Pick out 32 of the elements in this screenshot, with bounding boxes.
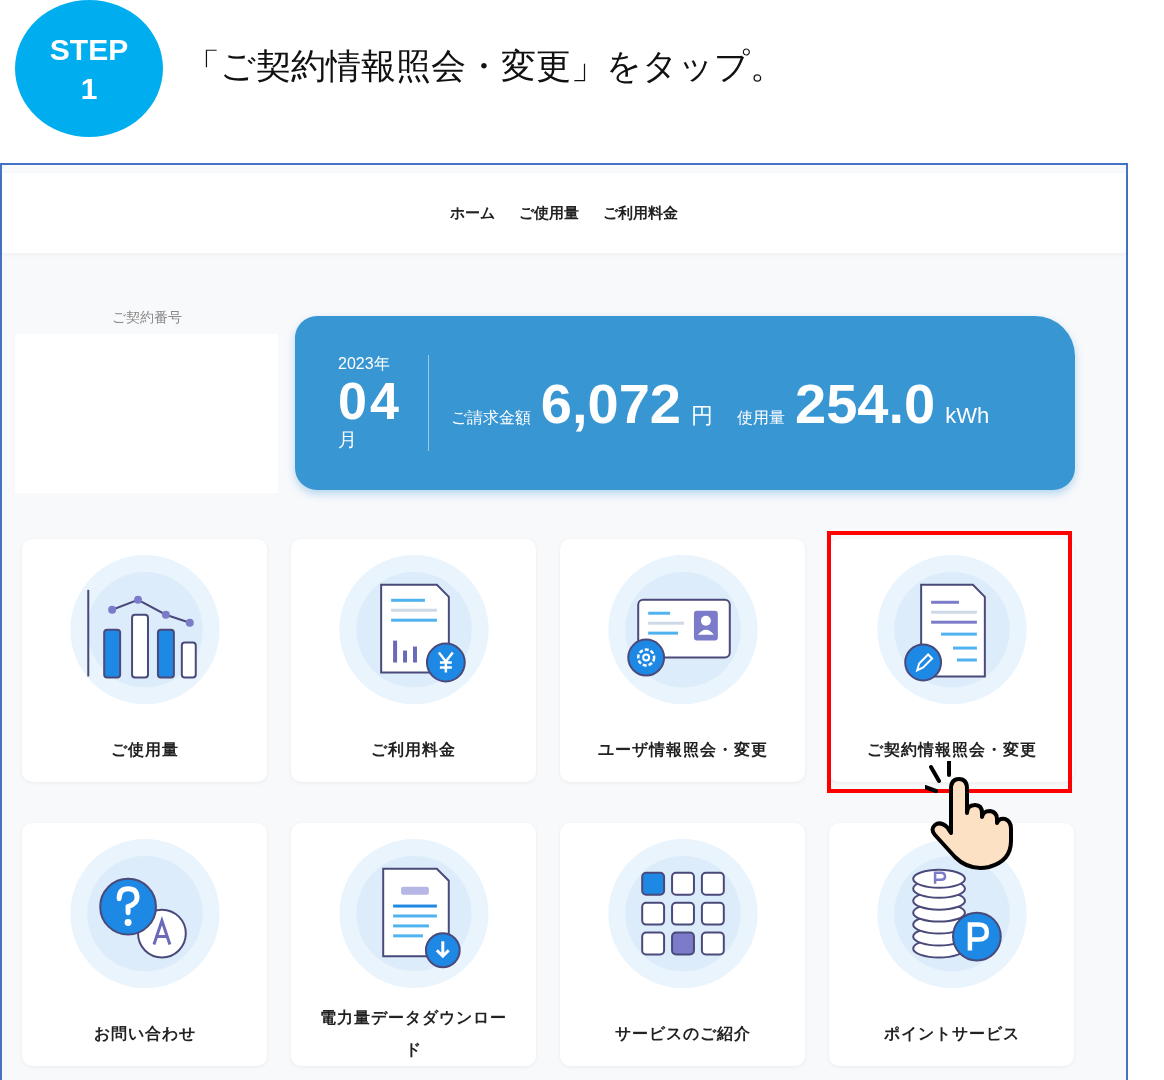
- menu-card-label: サービスのご紹介: [613, 1023, 752, 1046]
- menu-card-label: ご使用量: [109, 739, 180, 762]
- menu-card[interactable]: ユーザ情報照会・変更: [560, 539, 805, 782]
- nav-link[interactable]: ご利用料金: [603, 203, 678, 223]
- menu-card[interactable]: ご契約情報照会・変更: [829, 539, 1074, 782]
- month-unit: 月: [338, 427, 358, 452]
- menu-card-label: ご利用料金: [370, 739, 457, 762]
- usage-unit: kWh: [945, 402, 990, 429]
- menu-card-label: 電力量データダウンロード: [319, 1007, 508, 1061]
- month-number: 04: [338, 374, 402, 427]
- year-text: 2023年: [338, 353, 391, 374]
- billing-unit: 円: [691, 401, 713, 430]
- step-number: 1: [80, 71, 98, 105]
- menu-card[interactable]: ご利用料金: [291, 539, 536, 782]
- menu-card[interactable]: ご使用量: [22, 539, 267, 782]
- menu-card-label: お問い合わせ: [92, 1023, 197, 1046]
- nav-link[interactable]: ホーム: [450, 203, 495, 223]
- step-label: STEP: [49, 32, 129, 66]
- menu-card-label: ポイントサービス: [882, 1023, 1021, 1046]
- menu-card[interactable]: お問い合わせ: [22, 823, 267, 1066]
- menu-card[interactable]: ポイントサービス: [829, 823, 1074, 1066]
- instruction-text: 「ご契約情報照会・変更」をタップ。: [185, 45, 785, 88]
- menu-card-label: ユーザ情報照会・変更: [596, 739, 769, 762]
- usage-label: 使用量: [737, 407, 785, 428]
- menu-card[interactable]: サービスのご紹介: [560, 823, 805, 1066]
- menu-card-label: ご契約情報照会・変更: [865, 739, 1038, 762]
- usage-amount: 254.0: [795, 370, 936, 436]
- menu-card[interactable]: 電力量データダウンロード: [291, 823, 536, 1066]
- billing-amount: 6,072: [540, 370, 681, 436]
- contract-number-label: ご契約番号: [111, 309, 182, 327]
- billing-label: ご請求金額: [450, 407, 531, 428]
- nav-link[interactable]: ご使用量: [519, 203, 579, 223]
